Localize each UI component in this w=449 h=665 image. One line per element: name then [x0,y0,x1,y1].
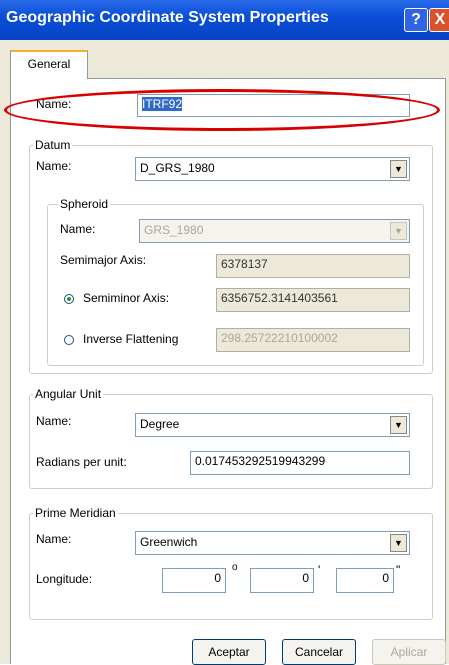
prime-meridian-value: Greenwich [140,535,198,549]
help-button[interactable]: ? [404,8,428,32]
datum-name-value: D_GRS_1980 [140,161,215,175]
prime-meridian-group [29,513,433,620]
spheroid-name-value: GRS_1980 [144,223,204,237]
datum-name-select[interactable]: D_GRS_1980 ▼ [135,157,410,181]
semiminor-input[interactable]: 6356752.3141403561 [216,288,410,312]
radians-per-unit-input[interactable]: 0.017453292519943299 [190,451,410,475]
window-title: Geographic Coordinate System Properties [6,9,329,26]
degree-symbol: o [232,562,238,573]
spheroid-legend: Spheroid [58,197,111,211]
title-bar: Geographic Coordinate System Properties … [0,0,449,40]
radians-per-unit-label: Radians per unit: [36,455,127,469]
cancelar-button[interactable]: Cancelar [282,639,356,665]
datum-legend: Datum [33,138,73,152]
datum-name-label: Name: [36,159,72,173]
aceptar-button[interactable]: Aceptar [192,639,266,665]
spheroid-name-label: Name: [60,222,96,236]
prime-meridian-legend: Prime Meridian [33,506,118,520]
second-symbol: " [396,563,401,577]
semiminor-radio[interactable] [64,294,74,304]
semimajor-label: Semimajor Axis: [60,253,147,267]
longitude-seconds-input[interactable]: 0 [336,568,394,593]
longitude-minutes-input[interactable]: 0 [250,568,314,593]
inverse-flattening-label: Inverse Flattening [83,332,179,346]
angular-unit-value: Degree [140,417,180,431]
inverse-flattening-radio[interactable] [64,335,74,345]
highlight-ellipse [4,89,440,131]
semimajor-value: 6378137 [216,254,410,278]
minute-symbol: ' [318,563,321,577]
tab-general[interactable]: General [10,50,88,79]
inverse-flattening-input: 298.25722210100002 [216,328,410,352]
chevron-down-icon[interactable]: ▼ [390,160,407,178]
chevron-down-icon[interactable]: ▼ [390,416,407,434]
aplicar-button: Aplicar [372,639,446,665]
angular-unit-legend: Angular Unit [33,387,104,401]
spheroid-name-select[interactable]: GRS_1980 ▼ [139,219,410,243]
chevron-down-icon: ▼ [390,222,407,240]
close-button[interactable]: X [429,8,449,32]
angular-unit-select[interactable]: Degree ▼ [135,413,410,437]
prime-meridian-name-label: Name: [36,532,72,546]
prime-meridian-select[interactable]: Greenwich ▼ [135,531,410,555]
longitude-label: Longitude: [36,572,93,586]
semiminor-label: Semiminor Axis: [83,291,170,305]
chevron-down-icon[interactable]: ▼ [390,534,407,552]
longitude-degrees-input[interactable]: 0 [162,568,226,593]
angular-unit-name-label: Name: [36,414,72,428]
